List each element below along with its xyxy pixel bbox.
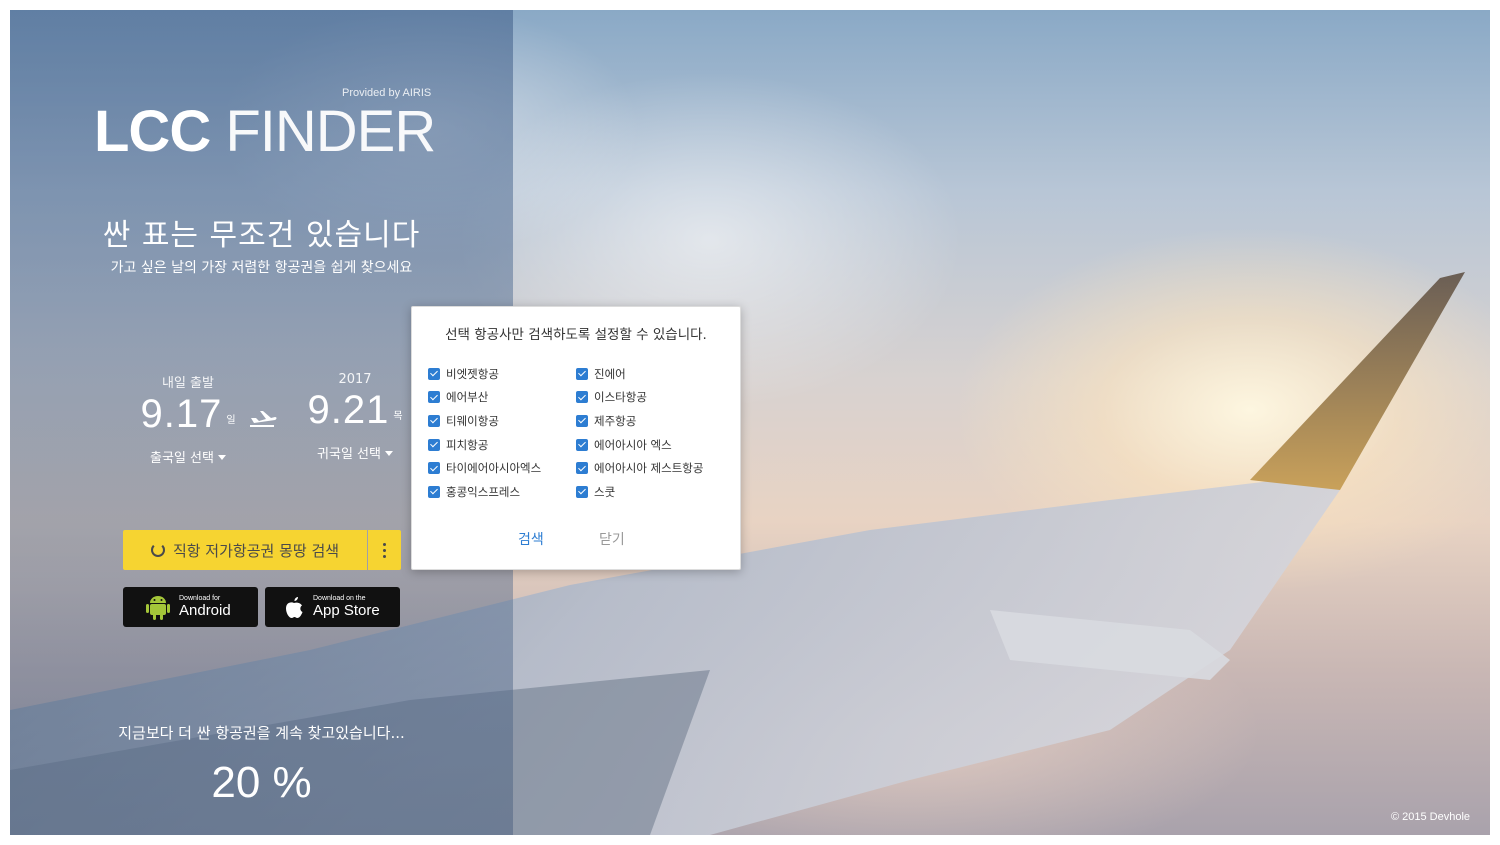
return-select-label: 귀국일 선택: [317, 447, 381, 462]
progress-status-text: 지금보다 더 싼 항공권을 계속 찾고있습니다...: [118, 724, 405, 742]
checkbox-checked-icon[interactable]: [576, 485, 588, 498]
android-icon: [146, 596, 170, 620]
checkbox-checked-icon[interactable]: [428, 391, 440, 404]
return-date: 9.21 목: [300, 387, 410, 433]
airline-label: 스쿳: [594, 484, 616, 499]
airline-label: 피치항공: [446, 437, 489, 452]
dialog-close-button[interactable]: 닫기: [599, 529, 625, 549]
appstore-download-button[interactable]: Download on the App Store: [265, 587, 400, 627]
logo-bold-text: LCC: [94, 99, 211, 164]
departure-date-select[interactable]: 출국일 선택: [118, 447, 258, 466]
airline-label: 타이에어아시아엑스: [446, 461, 542, 476]
appstore-big-text: App Store: [313, 602, 380, 619]
dialog-title: 선택 항공사만 검색하도록 설정할 수 있습니다.: [445, 327, 707, 343]
airline-checkbox-item[interactable]: 진에어: [576, 362, 703, 386]
search-flights-label: 직항 저가항공권 몽땅 검색: [172, 541, 340, 560]
app-logo: LCC FINDER: [94, 99, 436, 164]
airline-label: 비엣젯항공: [446, 366, 499, 381]
checkbox-checked-icon[interactable]: [428, 485, 440, 498]
airline-label: 진에어: [594, 366, 626, 381]
airline-checkbox-item[interactable]: 비엣젯항공: [428, 362, 541, 386]
app-frame: Provided by AIRIS LCC FINDER 싼 표는 무조건 있습…: [10, 10, 1490, 835]
airline-checkbox-item[interactable]: 에어아시아 엑스: [576, 433, 703, 457]
airline-checkbox-item[interactable]: 타이에어아시아엑스: [428, 456, 541, 480]
departure-date-block: 내일 출발 9.17 일 출국일 선택: [118, 372, 258, 466]
airline-checkbox-item[interactable]: 이스타항공: [576, 386, 703, 410]
airline-checkbox-item[interactable]: 에어부산: [428, 386, 541, 410]
chevron-down-icon: [217, 455, 226, 460]
logo-thin-text: FINDER: [225, 99, 436, 164]
departure-weekday: 일: [226, 415, 236, 426]
page-subheadline: 가고 싶은 날의 가장 저렴한 항공권을 쉽게 찾으세요: [110, 260, 413, 276]
airline-checkbox-item[interactable]: 티웨이항공: [428, 409, 541, 433]
airline-label: 에어부산: [446, 390, 489, 405]
airline-checkbox-item[interactable]: 피치항공: [428, 433, 541, 457]
search-flights-button[interactable]: 직항 저가항공권 몽땅 검색: [123, 530, 367, 570]
return-label: 2017: [338, 372, 372, 387]
return-date-value: 9.21: [307, 388, 390, 432]
provided-by-text: Provided by AIRIS: [342, 87, 432, 99]
android-download-button[interactable]: Download for Android: [123, 587, 258, 627]
airline-label: 티웨이항공: [446, 413, 499, 428]
appstore-text: Download on the App Store: [313, 595, 380, 619]
departure-date: 9.17 일: [118, 391, 258, 437]
checkbox-checked-icon[interactable]: [576, 414, 588, 427]
departure-date-value: 9.17: [140, 392, 223, 436]
airline-list-right: 진에어이스타항공제주항공에어아시아 엑스에어아시아 제스트항공스쿳: [576, 362, 703, 504]
kebab-menu-icon: [383, 542, 386, 558]
return-weekday: 목: [393, 411, 403, 422]
apple-icon: [286, 597, 303, 618]
checkbox-checked-icon[interactable]: [576, 367, 588, 380]
chevron-down-icon: [384, 451, 393, 456]
progress-percentage: 20 %: [211, 758, 312, 807]
airline-list-left: 비엣젯항공에어부산티웨이항공피치항공타이에어아시아엑스홍콩익스프레스: [428, 362, 541, 504]
checkbox-checked-icon[interactable]: [428, 438, 440, 451]
checkbox-checked-icon[interactable]: [428, 462, 440, 475]
departure-label: 내일 출발: [162, 376, 214, 391]
checkbox-checked-icon[interactable]: [428, 414, 440, 427]
airline-checkbox-item[interactable]: 홍콩익스프레스: [428, 480, 541, 504]
checkbox-checked-icon[interactable]: [576, 438, 588, 451]
departure-plane-icon: [250, 411, 277, 427]
airline-label: 이스타항공: [594, 390, 647, 405]
airline-label: 제주항공: [594, 413, 637, 428]
checkbox-checked-icon[interactable]: [576, 391, 588, 404]
airline-label: 에어아시아 제스트항공: [594, 461, 704, 476]
airline-label: 홍콩익스프레스: [446, 484, 521, 499]
android-text: Download for Android: [179, 595, 231, 619]
airline-filter-dialog: 선택 항공사만 검색하도록 설정할 수 있습니다. 비엣젯항공에어부산티웨이항공…: [411, 306, 741, 570]
return-date-select[interactable]: 귀국일 선택: [300, 443, 410, 462]
checkbox-checked-icon[interactable]: [428, 367, 440, 380]
more-options-button[interactable]: [368, 530, 401, 570]
loading-spinner-icon: [150, 543, 165, 557]
airline-label: 에어아시아 엑스: [594, 437, 672, 452]
android-big-text: Android: [179, 602, 231, 619]
return-date-block: 2017 9.21 목 귀국일 선택: [300, 372, 410, 462]
departure-select-label: 출국일 선택: [150, 451, 214, 466]
dialog-search-button[interactable]: 검색: [518, 529, 544, 549]
airline-checkbox-item[interactable]: 스쿳: [576, 480, 703, 504]
page-headline: 싼 표는 무조건 있습니다: [102, 218, 421, 253]
copyright-text: © 2015 Devhole: [1390, 811, 1470, 823]
checkbox-checked-icon[interactable]: [576, 462, 588, 475]
airline-checkbox-item[interactable]: 에어아시아 제스트항공: [576, 456, 703, 480]
airline-checkbox-item[interactable]: 제주항공: [576, 409, 703, 433]
